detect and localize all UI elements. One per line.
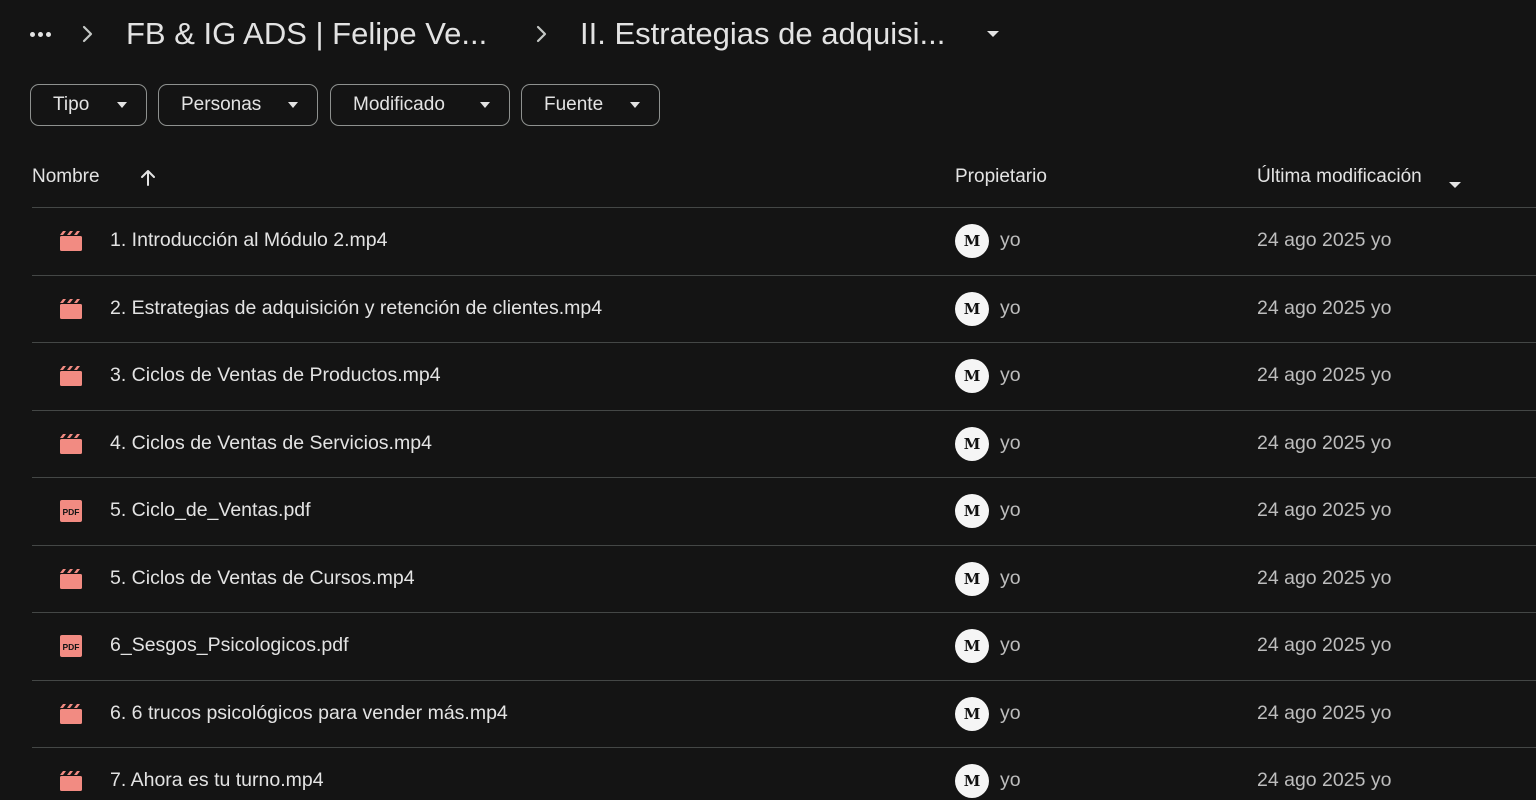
pdf-file-icon: PDF — [59, 500, 83, 522]
svg-text:PDF: PDF — [63, 642, 80, 652]
owner-avatar: M — [955, 494, 989, 528]
owner-avatar: M — [955, 426, 989, 461]
owner-avatar: M — [955, 764, 989, 798]
owner-avatar: M — [955, 224, 989, 258]
caret-down-icon — [288, 102, 298, 108]
filter-personas-label: Personas — [181, 94, 262, 115]
caret-down-icon — [480, 102, 490, 108]
video-file-icon — [59, 298, 83, 320]
file-row[interactable]: 5. Ciclos de Ventas de Cursos.mp4 M yo 2… — [0, 546, 1536, 614]
modified-date: 24 ago 2025 yo — [1257, 499, 1392, 521]
chevron-right-icon — [534, 20, 550, 48]
folder-menu-caret-icon[interactable] — [984, 26, 1002, 42]
file-row[interactable]: 4. Ciclos de Ventas de Servicios.mp4 M y… — [0, 411, 1536, 479]
file-name: 6. 6 trucos psicológicos para vender más… — [110, 701, 508, 724]
owner-name: yo — [1000, 769, 1021, 791]
pdf-file-icon: PDF — [59, 635, 83, 657]
owner-avatar: M — [955, 629, 989, 663]
breadcrumb-item-parent[interactable]: FB & IG ADS | Felipe Ve... — [126, 12, 487, 56]
file-row[interactable]: 6. 6 trucos psicológicos para vender más… — [0, 681, 1536, 749]
chevron-right-icon — [80, 20, 96, 48]
owner-name: yo — [1000, 229, 1021, 251]
video-file-icon — [59, 433, 83, 455]
modified-date: 24 ago 2025 yo — [1257, 431, 1392, 454]
breadcrumb: FB & IG ADS | Felipe Ve... II. Estrategi… — [0, 0, 1536, 68]
caret-down-icon — [630, 102, 640, 108]
modified-date: 24 ago 2025 yo — [1257, 701, 1392, 724]
column-header-name[interactable]: Nombre — [32, 166, 100, 188]
file-row[interactable]: 3. Ciclos de Ventas de Productos.mp4 M y… — [0, 343, 1536, 411]
caret-down-icon[interactable] — [1448, 176, 1462, 188]
owner-avatar: M — [955, 561, 989, 596]
file-row[interactable]: PDF 6_Sesgos_Psicologicos.pdf M yo 24 ag… — [0, 613, 1536, 681]
file-name: 5. Ciclos de Ventas de Cursos.mp4 — [110, 566, 415, 589]
owner-name: yo — [1000, 296, 1021, 319]
video-file-icon — [59, 230, 83, 252]
modified-date: 24 ago 2025 yo — [1257, 769, 1392, 791]
video-file-icon — [59, 703, 83, 725]
filter-tipo-label: Tipo — [53, 94, 90, 115]
filter-tipo-button[interactable]: Tipo — [30, 84, 147, 126]
owner-avatar: M — [955, 291, 989, 326]
file-name: 2. Estrategias de adquisición y retenció… — [110, 296, 603, 319]
filter-modificado-label: Modificado — [353, 94, 445, 115]
filter-personas-button[interactable]: Personas — [158, 84, 318, 126]
modified-date: 24 ago 2025 yo — [1257, 364, 1392, 386]
svg-text:PDF: PDF — [63, 507, 80, 517]
modified-date: 24 ago 2025 yo — [1257, 566, 1392, 589]
caret-down-icon — [117, 102, 127, 108]
file-name: 1. Introducción al Módulo 2.mp4 — [110, 229, 388, 251]
owner-name: yo — [1000, 499, 1021, 521]
owner-name: yo — [1000, 634, 1021, 656]
column-header-owner: Propietario — [955, 166, 1047, 187]
video-file-icon — [59, 568, 83, 590]
file-row[interactable]: 7. Ahora es tu turno.mp4 M yo 24 ago 202… — [0, 748, 1536, 800]
drive-folder-view: FB & IG ADS | Felipe Ve... II. Estrategi… — [0, 0, 1536, 800]
table-header: Nombre Propietario Última modificación — [0, 150, 1536, 207]
video-file-icon — [59, 365, 83, 387]
filter-modificado-button[interactable]: Modificado — [330, 84, 510, 126]
owner-name: yo — [1000, 364, 1021, 386]
filter-fuente-label: Fuente — [544, 94, 604, 115]
owner-avatar: M — [955, 696, 989, 731]
file-row[interactable]: 1. Introducción al Módulo 2.mp4 M yo 24 … — [0, 208, 1536, 276]
modified-date: 24 ago 2025 yo — [1257, 296, 1392, 319]
file-name: 3. Ciclos de Ventas de Productos.mp4 — [110, 364, 441, 386]
breadcrumb-item-current[interactable]: II. Estrategias de adquisi... — [580, 12, 945, 56]
file-name: 6_Sesgos_Psicologicos.pdf — [110, 634, 349, 656]
file-name: 4. Ciclos de Ventas de Servicios.mp4 — [110, 431, 432, 454]
more-horiz-icon[interactable] — [22, 16, 58, 52]
owner-avatar: M — [955, 359, 989, 393]
file-name: 7. Ahora es tu turno.mp4 — [110, 769, 324, 791]
column-header-modified[interactable]: Última modificación — [1257, 166, 1422, 188]
file-name: 5. Ciclo_de_Ventas.pdf — [110, 499, 311, 521]
file-row[interactable]: PDF 5. Ciclo_de_Ventas.pdf M yo 24 ago 2… — [0, 478, 1536, 546]
filter-fuente-button[interactable]: Fuente — [521, 84, 660, 126]
owner-name: yo — [1000, 566, 1021, 589]
owner-name: yo — [1000, 431, 1021, 454]
owner-name: yo — [1000, 701, 1021, 724]
video-file-icon — [59, 770, 83, 792]
modified-date: 24 ago 2025 yo — [1257, 229, 1392, 251]
sort-ascending-icon[interactable] — [138, 168, 158, 188]
modified-date: 24 ago 2025 yo — [1257, 634, 1392, 656]
file-list: 1. Introducción al Módulo 2.mp4 M yo 24 … — [0, 208, 1536, 800]
file-row[interactable]: 2. Estrategias de adquisición y retenció… — [0, 276, 1536, 344]
